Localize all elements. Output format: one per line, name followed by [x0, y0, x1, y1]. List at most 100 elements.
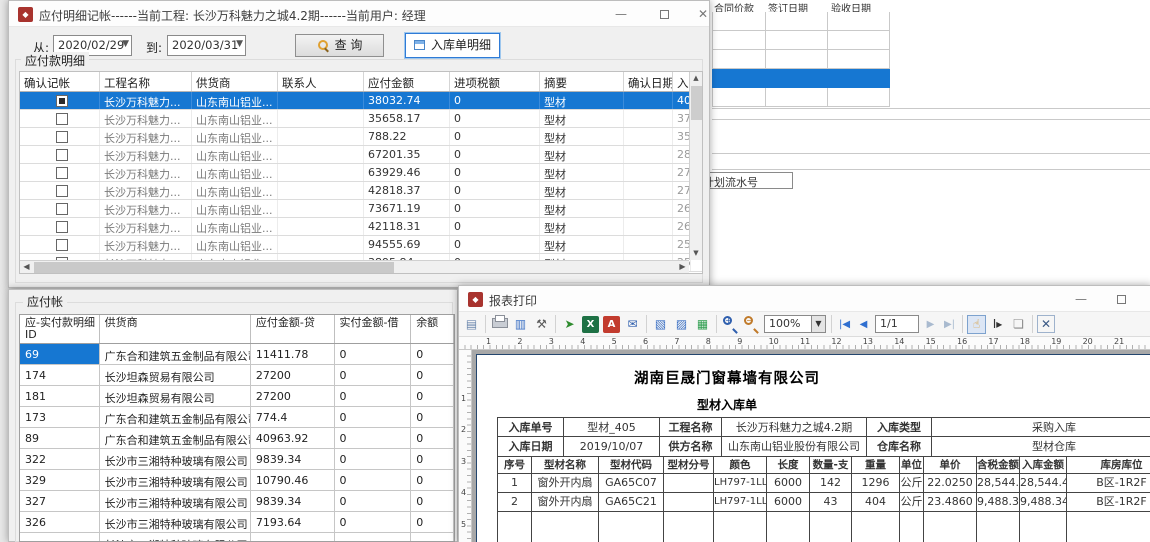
confirm-checkbox[interactable] — [56, 221, 68, 233]
export-icon[interactable]: ➤ — [560, 315, 579, 334]
column-header[interactable]: 余额 — [411, 315, 454, 343]
scrollbar-thumb[interactable] — [34, 262, 394, 273]
table-row[interactable]: 181长沙坦森贸易有限公司2720000 — [20, 386, 454, 407]
page-number-input[interactable]: 1/1 — [875, 315, 919, 333]
book-icon[interactable]: ▥ — [511, 315, 530, 334]
confirm-checkbox[interactable] — [56, 167, 68, 179]
zoom-level-select[interactable]: 100%▼ — [764, 315, 826, 333]
table-row[interactable]: 长沙万科魅力...山东南山铝业...38032.740型材405 — [20, 92, 702, 110]
table-row[interactable]: 322长沙市三湘特种玻璃有限公司9839.3400 — [20, 449, 454, 470]
confirm-checkbox[interactable] — [56, 239, 68, 251]
minimize-button[interactable]: — — [1071, 290, 1091, 308]
multipage-view-icon[interactable]: ▦ — [693, 315, 712, 334]
next-page-icon[interactable]: ▶ — [922, 315, 939, 334]
column-header[interactable]: 工程名称 — [100, 72, 192, 91]
table-cell: 0 — [411, 491, 454, 511]
table-row[interactable]: 长沙万科魅力...山东南山铝业...42118.310型材265 — [20, 218, 702, 236]
close-button[interactable]: ✕ — [693, 5, 713, 23]
column-header[interactable]: 联系人 — [278, 72, 364, 91]
chevron-down-icon[interactable]: ▼ — [236, 39, 243, 49]
table-row[interactable]: 长沙万科魅力...山东南山铝业...73671.190型材266 — [20, 200, 702, 218]
hand-tool-icon[interactable]: ☝ — [967, 315, 986, 334]
report-tree-icon[interactable]: ▤ — [462, 315, 481, 334]
table-row[interactable]: 长沙万科魅力...山东南山铝业...94555.690型材251 — [20, 236, 702, 254]
plan-serial-field[interactable]: 计划流水号 — [700, 172, 793, 189]
page-setup-icon[interactable]: ▧ — [651, 315, 670, 334]
column-header[interactable]: 应付金额-贷 — [251, 315, 335, 343]
table-row[interactable] — [712, 50, 892, 69]
print-icon[interactable] — [490, 315, 509, 334]
column-header[interactable]: 应-实付款明细ID — [20, 315, 100, 343]
table-row[interactable]: 329长沙市三湘特种玻璃有限公司10790.4600 — [20, 470, 454, 491]
report-preview-area[interactable]: 12345 湖南巨晟门窗幕墙有限公司 型材入库单 入库单号型材_405工程名称长… — [459, 350, 1150, 542]
chevron-down-icon[interactable]: ▼ — [122, 39, 129, 49]
table-row[interactable]: 89广东合和建筑五金制品有限公司40963.9200 — [20, 428, 454, 449]
last-page-icon[interactable]: ▶| — [941, 315, 958, 334]
table-row[interactable]: 长沙市三湘特种玻璃有限公司 — [20, 533, 454, 542]
table-row[interactable]: 173广东合和建筑五金制品有限公司774.400 — [20, 407, 454, 428]
scroll-up-icon[interactable]: ▲ — [690, 72, 702, 85]
prev-page-icon[interactable]: ◀ — [855, 315, 872, 334]
maximize-button[interactable] — [1111, 290, 1131, 308]
table-row[interactable]: 长沙万科魅力...山东南山铝业...42818.370型材275 — [20, 182, 702, 200]
column-header[interactable]: 实付金额-借 — [335, 315, 412, 343]
column-header[interactable]: 确认日期 — [624, 72, 673, 91]
table-row[interactable]: 326长沙市三湘特种玻璃有限公司7193.6400 — [20, 512, 454, 533]
table-row[interactable] — [712, 69, 892, 88]
scroll-left-icon[interactable]: ◀ — [20, 261, 33, 273]
zoom-in-icon[interactable]: + — [721, 315, 740, 334]
zoom-out-icon[interactable]: − — [742, 315, 761, 334]
column-header[interactable]: 供货商 — [100, 315, 251, 343]
table-row[interactable]: 长沙万科魅力...山东南山铝业...35658.170型材376 — [20, 110, 702, 128]
table-row[interactable]: 长沙万科魅力...山东南山铝业...788.220型材358 — [20, 128, 702, 146]
scroll-down-icon[interactable]: ▼ — [690, 247, 702, 260]
table-row[interactable]: 长沙万科魅力...山东南山铝业...63929.460型材276 — [20, 164, 702, 182]
confirm-checkbox[interactable] — [56, 185, 68, 197]
email-icon[interactable]: ✉ — [623, 315, 642, 334]
table-cell — [712, 88, 766, 107]
table-row[interactable]: 327长沙市三湘特种玻璃有限公司9839.3400 — [20, 491, 454, 512]
chevron-down-icon[interactable]: ▼ — [811, 316, 825, 332]
pdf-export-icon[interactable]: A — [603, 316, 620, 333]
maximize-button[interactable] — [654, 5, 674, 23]
column-header[interactable]: 确认记帐 — [20, 72, 100, 91]
confirm-checkbox[interactable] — [56, 203, 68, 215]
table-cell: 173 — [20, 407, 100, 427]
table-row[interactable]: 69广东合和建筑五金制品有限公司11411.7800 — [20, 344, 454, 365]
table-row[interactable] — [712, 31, 892, 50]
table-cell: 326 — [20, 512, 100, 532]
scroll-right-icon[interactable]: ▶ — [676, 261, 689, 273]
column-header[interactable]: 摘要 — [540, 72, 624, 91]
confirm-checkbox[interactable] — [56, 131, 68, 143]
close-preview-icon[interactable]: ✕ — [1037, 315, 1055, 333]
copy-page-icon[interactable]: ❏ — [1009, 315, 1028, 334]
column-header[interactable]: 供货商 — [192, 72, 278, 91]
table-cell: 0 — [335, 407, 412, 427]
first-page-icon[interactable]: |◀ — [836, 315, 853, 334]
table-cell: 42818.37 — [364, 182, 450, 199]
page-layout-icon[interactable]: ▨ — [672, 315, 691, 334]
scrollbar-thumb[interactable] — [691, 86, 702, 120]
info-value: 山东南山铝业股份有限公司 — [722, 437, 867, 457]
settings-wrench-icon[interactable]: ⚒ — [532, 315, 551, 334]
column-header[interactable]: 进项税额 — [450, 72, 540, 91]
confirm-checkbox[interactable] — [56, 149, 68, 161]
table-row[interactable] — [712, 88, 892, 107]
table-cell: 型材 — [540, 236, 624, 253]
column-header[interactable]: 应付金额 — [364, 72, 450, 91]
minimize-button[interactable]: — — [611, 5, 631, 23]
text-select-icon[interactable]: I▸ — [988, 315, 1007, 334]
table-cell: 181 — [20, 386, 100, 406]
confirm-checkbox[interactable] — [56, 95, 68, 107]
confirm-checkbox[interactable] — [56, 113, 68, 125]
table-row[interactable]: 长沙万科魅力...山东南山铝业...67201.350型材283 — [20, 146, 702, 164]
vertical-scrollbar[interactable]: ▲ ▼ — [689, 72, 702, 260]
table-cell: 27200 — [251, 386, 335, 406]
query-button[interactable]: 查 询 — [295, 34, 384, 57]
inbound-detail-button[interactable]: 入库单明细 — [405, 33, 500, 58]
table-row[interactable]: 174长沙坦森贸易有限公司2720000 — [20, 365, 454, 386]
excel-export-icon[interactable]: X — [582, 316, 599, 333]
table-row[interactable] — [712, 12, 892, 31]
horizontal-scrollbar[interactable]: ◀ ▶ — [20, 260, 689, 273]
to-date-picker[interactable]: 2020/03/31▼ — [167, 35, 246, 56]
